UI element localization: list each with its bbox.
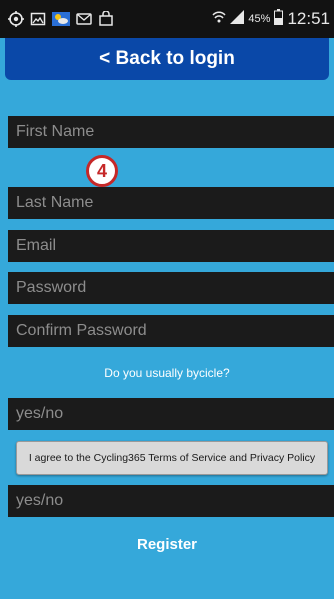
bicycle-answer-input[interactable]: [8, 398, 334, 430]
back-to-login-button[interactable]: < Back to login: [5, 38, 329, 80]
password-input[interactable]: [8, 272, 334, 304]
wifi-icon: [212, 9, 226, 30]
weather-icon: [52, 11, 70, 27]
status-bar: 45% 12:51: [0, 0, 334, 38]
last-name-input[interactable]: [8, 187, 334, 219]
status-right: 45% 12:51: [212, 0, 330, 38]
confirm-password-input[interactable]: [8, 315, 334, 347]
first-name-input[interactable]: [8, 116, 334, 148]
email-input[interactable]: [8, 230, 334, 262]
terms-answer-input[interactable]: [8, 485, 334, 517]
bicycle-question-label: Do you usually bycicle?: [104, 366, 230, 380]
back-to-login-label: < Back to login: [99, 48, 235, 69]
step-number-badge: 4: [86, 155, 118, 187]
register-button[interactable]: Register: [117, 527, 217, 561]
message-icon: [76, 11, 92, 27]
registration-screen: 45% 12:51 < Back to login Do you usually…: [0, 0, 334, 599]
bag-icon: [98, 10, 114, 27]
signal-icon: [230, 9, 245, 29]
terms-agreement-button[interactable]: I agree to the Cycling365 Terms of Servi…: [16, 441, 328, 475]
location-icon: [8, 11, 24, 27]
image-icon: [30, 11, 46, 27]
battery-icon: [274, 8, 284, 30]
battery-percent: 45%: [248, 13, 271, 25]
clock: 12:51: [287, 9, 330, 28]
